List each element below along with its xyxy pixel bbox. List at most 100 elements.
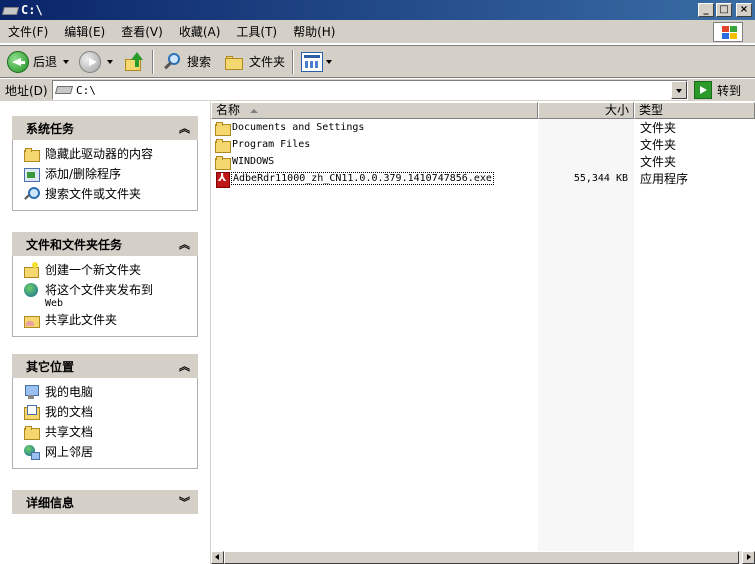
menu-bar: 文件(F) 编辑(E) 查看(V) 收藏(A) 工具(T) 帮助(H) bbox=[0, 20, 755, 44]
place-label: 网上邻居 bbox=[45, 445, 94, 459]
collapse-chevron-icon[interactable]: ︽ bbox=[179, 120, 190, 136]
task-hide-drive-contents[interactable]: 隐藏此驱动器的内容 bbox=[23, 146, 197, 166]
file-type: 文件夹 bbox=[640, 138, 677, 152]
scroll-right-button[interactable] bbox=[742, 551, 755, 564]
column-header-name[interactable]: 名称 bbox=[211, 102, 538, 119]
address-label: 地址(D) bbox=[5, 83, 48, 98]
file-type: 文件夹 bbox=[640, 155, 677, 169]
panel-title: 详细信息 bbox=[26, 495, 75, 510]
menu-favorites[interactable]: 收藏(A) bbox=[173, 21, 227, 42]
views-icon bbox=[301, 51, 324, 72]
details-header[interactable]: 详细信息 ︾ bbox=[12, 490, 198, 514]
file-name-cell: AdbeRdr11000_zh_CN11.0.0.379.1410747856.… bbox=[214, 171, 494, 188]
folder-up-icon bbox=[123, 51, 145, 73]
file-type: 文件夹 bbox=[640, 121, 677, 135]
folder-icon bbox=[23, 146, 40, 162]
column-header-size[interactable]: 大小 bbox=[538, 102, 634, 119]
task-publish-web[interactable]: 将这个文件夹发布到 Web bbox=[23, 282, 197, 312]
views-dropdown-icon[interactable] bbox=[326, 59, 333, 64]
horizontal-scrollbar[interactable] bbox=[211, 551, 755, 564]
file-name-cell: Documents and Settings bbox=[214, 120, 364, 136]
place-label: 共享文档 bbox=[45, 425, 94, 439]
file-row[interactable]: AdbeRdr11000_zh_CN11.0.0.379.1410747856.… bbox=[211, 170, 755, 188]
toolbar-separator bbox=[152, 49, 155, 74]
file-type: 应用程序 bbox=[640, 172, 689, 186]
task-label: 共享此文件夹 bbox=[45, 313, 118, 327]
program-icon bbox=[23, 166, 40, 182]
sort-ascending-icon bbox=[250, 108, 259, 113]
panel-title: 文件和文件夹任务 bbox=[26, 237, 123, 252]
maximize-button[interactable]: □ bbox=[716, 3, 732, 17]
column-header-label: 大小 bbox=[604, 103, 629, 117]
toolbar-separator bbox=[292, 49, 295, 74]
file-row[interactable]: Documents and Settings 文件夹 bbox=[211, 119, 755, 136]
file-name: WINDOWS bbox=[232, 156, 275, 167]
collapse-chevron-icon[interactable]: ︽ bbox=[179, 236, 190, 252]
globe-icon bbox=[23, 282, 39, 298]
documents-icon bbox=[23, 404, 40, 420]
menu-view[interactable]: 查看(V) bbox=[115, 21, 169, 42]
close-button[interactable]: × bbox=[736, 3, 752, 17]
back-dropdown-icon[interactable] bbox=[63, 59, 70, 64]
scroll-left-button[interactable] bbox=[211, 551, 224, 564]
file-row[interactable]: WINDOWS 文件夹 bbox=[211, 153, 755, 170]
details-panel: 详细信息 ︾ bbox=[12, 490, 198, 514]
file-list: 名称 大小 类型 Documents and Settings 文件夹 Prog… bbox=[211, 102, 755, 564]
scrollbar-thumb[interactable] bbox=[224, 551, 739, 564]
forward-arrow-icon bbox=[79, 50, 102, 73]
expand-chevron-icon[interactable]: ︾ bbox=[179, 494, 190, 510]
menu-tools[interactable]: 工具(T) bbox=[230, 21, 283, 42]
file-folder-tasks-header[interactable]: 文件和文件夹任务 ︽ bbox=[12, 232, 198, 256]
address-input[interactable]: C:\ bbox=[52, 80, 688, 100]
file-name-cell: Program Files bbox=[214, 137, 310, 153]
file-row[interactable]: Program Files 文件夹 bbox=[211, 136, 755, 153]
place-label: 我的电脑 bbox=[45, 385, 94, 399]
task-label: 创建一个新文件夹 bbox=[45, 263, 142, 277]
folders-button[interactable]: 文件夹 bbox=[220, 49, 288, 75]
place-my-computer[interactable]: 我的电脑 bbox=[23, 384, 197, 404]
file-name: Documents and Settings bbox=[232, 122, 365, 133]
column-header-type[interactable]: 类型 bbox=[634, 102, 755, 119]
panel-title: 系统任务 bbox=[26, 121, 75, 136]
menu-file[interactable]: 文件(F) bbox=[2, 21, 54, 42]
folder-icon bbox=[214, 154, 231, 170]
file-name: Program Files bbox=[232, 139, 311, 150]
go-label: 转到 bbox=[717, 83, 742, 98]
search-button[interactable]: 搜索 bbox=[158, 49, 214, 75]
place-shared-documents[interactable]: 共享文档 bbox=[23, 424, 197, 444]
task-add-remove-programs[interactable]: 添加/删除程序 bbox=[23, 166, 197, 186]
search-icon bbox=[23, 186, 40, 202]
back-label: 后退 bbox=[33, 55, 58, 69]
system-tasks-header[interactable]: 系统任务 ︽ bbox=[12, 116, 198, 140]
forward-dropdown-icon[interactable] bbox=[107, 59, 114, 64]
task-search-files[interactable]: 搜索文件或文件夹 bbox=[23, 186, 197, 206]
go-button[interactable]: 转到 bbox=[694, 80, 741, 100]
file-name-cell: WINDOWS bbox=[214, 154, 274, 170]
place-my-documents[interactable]: 我的文档 bbox=[23, 404, 197, 424]
window-controls: _ □ × bbox=[698, 3, 752, 17]
menu-edit[interactable]: 编辑(E) bbox=[58, 21, 111, 42]
task-label: 隐藏此驱动器的内容 bbox=[45, 147, 154, 161]
menu-help[interactable]: 帮助(H) bbox=[287, 21, 341, 42]
address-dropdown-button[interactable] bbox=[671, 81, 687, 99]
forward-button[interactable] bbox=[76, 49, 120, 75]
place-network[interactable]: 网上邻居 bbox=[23, 444, 197, 464]
other-places-list: 我的电脑 我的文档 共享文档 网上邻居 bbox=[12, 378, 198, 469]
back-button[interactable]: 后退 bbox=[4, 49, 76, 75]
search-label: 搜索 bbox=[187, 55, 212, 69]
computer-icon bbox=[23, 384, 39, 400]
task-share-folder[interactable]: 共享此文件夹 bbox=[23, 312, 197, 332]
task-label: 将这个文件夹发布到 Web bbox=[45, 282, 153, 310]
task-pane: 系统任务 ︽ 隐藏此驱动器的内容 添加/删除程序 搜索文件或文件夹 文件和文件夹… bbox=[0, 102, 210, 564]
other-places-header[interactable]: 其它位置 ︽ bbox=[12, 354, 198, 378]
collapse-chevron-icon[interactable]: ︽ bbox=[179, 358, 190, 374]
up-button[interactable] bbox=[120, 49, 148, 75]
place-label: 我的文档 bbox=[45, 405, 94, 419]
system-tasks-panel: 系统任务 ︽ 隐藏此驱动器的内容 添加/删除程序 搜索文件或文件夹 bbox=[12, 116, 198, 211]
minimize-button[interactable]: _ bbox=[698, 3, 714, 17]
task-label: 添加/删除程序 bbox=[45, 167, 122, 181]
back-arrow-icon bbox=[7, 50, 29, 73]
toolbar: 后退 搜索 文件夹 bbox=[0, 45, 755, 78]
views-button[interactable] bbox=[298, 49, 339, 75]
task-new-folder[interactable]: 创建一个新文件夹 bbox=[23, 262, 197, 282]
